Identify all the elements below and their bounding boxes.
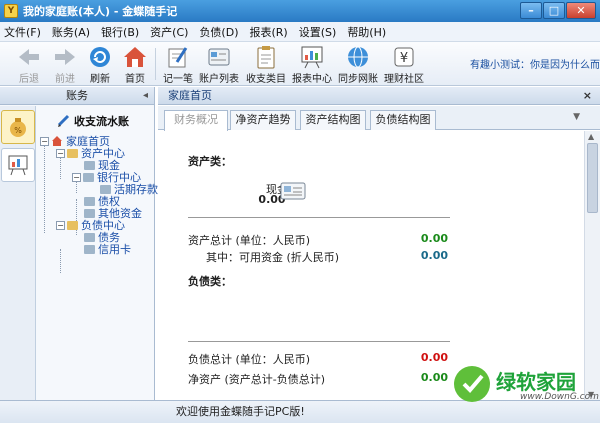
back-arrow-icon [16,45,42,69]
menu-bank[interactable]: 银行(B) [101,24,139,40]
svg-text:%: % [14,126,22,135]
watermark-text: 绿软家园 [496,370,576,394]
notebook-pen-icon [165,45,191,69]
chart-board-icon [299,45,325,69]
content-scrollbar[interactable]: ▲ ▼ [584,131,600,400]
money-bag-icon: % [10,118,26,137]
available-funds-value: 0.00 [420,249,448,262]
back-button[interactable]: 后退 [12,45,46,85]
tab-liability-structure[interactable]: 负债结构图 [370,110,436,130]
app-logo-icon: Y [4,4,18,18]
menu-assets[interactable]: 资产(C) [150,24,188,40]
scroll-up-icon[interactable]: ▲ [588,132,594,141]
assets-heading: 资产类： [188,155,232,168]
watermark-logo-icon [454,366,490,402]
report-center-button[interactable]: 报表中心 [290,45,334,85]
globe-sync-icon [345,45,371,69]
scroll-thumb[interactable] [587,143,598,213]
menu-liabilities[interactable]: 负债(D) [199,24,238,40]
collapse-toggle[interactable]: − [72,172,81,182]
menu-help[interactable]: 帮助(H) [347,24,386,40]
sync-button[interactable]: 同步网账 [336,45,380,85]
refresh-icon [87,45,113,69]
title-bar: Y 我的家庭账(本人) - 金蝶随手记 – □ ✕ [0,0,600,22]
home-icon [122,45,148,69]
left-panel-header: 账务 ◂ [0,87,154,105]
collapse-toggle[interactable]: − [40,136,49,146]
net-assets-value: 0.00 [420,371,448,384]
window-title: 我的家庭账(本人) - 金蝶随手记 [23,5,178,18]
main-panel-header: 家庭首页 × [158,87,600,105]
liabilities-heading: 负债类： [188,275,232,288]
menu-accounts[interactable]: 账务(A) [52,24,90,40]
clipboard-icon [253,45,279,69]
net-assets-label: 净资产 (资产总计-负债总计) [188,373,326,386]
folder-icon [83,172,94,182]
site-watermark: 绿软家园 www.DownG.com [450,362,600,408]
account-card-icon [206,45,232,69]
tab-reports[interactable] [1,148,35,182]
watermark-url: www.DownG.com [520,392,599,402]
status-message: 欢迎使用金蝶随手记PC版! [176,405,305,418]
tab-bar: 财务概况 净资产趋势图 资产结构图 负债结构图 ▼ [158,106,600,144]
home-button[interactable]: 首页 [118,45,152,85]
tab-overview[interactable]: 财务概况 [164,110,228,131]
collapse-left-icon[interactable]: ◂ [143,87,148,105]
close-button[interactable]: ✕ [566,2,596,19]
quiz-tip-link[interactable]: 有趣小测试：你是因为什么而赚 [470,56,600,71]
categories-button[interactable]: 收支类目 [244,45,288,85]
folder-icon [84,244,95,254]
available-funds-label: 其中：可用资金 (折人民币) [206,251,340,264]
folder-icon [67,220,78,230]
folder-icon [67,148,78,158]
overview-content: 资产类： 现金 0.00 资产总计 (单位：人民币) 0.00 其中：可用资金 … [158,131,584,400]
tab-menu-arrow-icon[interactable]: ▼ [573,112,580,122]
yuan-sign-icon: ¥ [391,45,417,69]
account-list-button[interactable]: 账户列表 [198,45,240,85]
tab-asset-structure[interactable]: 资产结构图 [300,110,366,130]
forward-button[interactable]: 前进 [48,45,82,85]
toolbar: 后退 前进 刷新 首页 记一笔 账户列表 收支类目 报表中心 同步网账 ¥ 理财… [0,42,600,86]
tab-net-worth-trend[interactable]: 净资产趋势图 [230,110,296,144]
cash-card-icon[interactable] [280,181,306,204]
asset-total-label: 资产总计 (单位：人民币) [188,234,311,247]
record-button[interactable]: 记一笔 [160,45,196,85]
minimize-button[interactable]: – [520,2,542,19]
menu-settings[interactable]: 设置(S) [299,24,337,40]
collapse-toggle[interactable]: − [56,220,65,230]
asset-total-value: 0.00 [420,232,448,245]
collapse-toggle[interactable]: − [56,148,65,158]
tab-accounting[interactable]: % [1,110,35,144]
tree-item-credit[interactable]: 信用卡 [84,241,131,257]
vertical-tabs: % [0,106,36,400]
liability-total-value: 0.00 [420,351,448,364]
menu-bar: 文件(F) 账务(A) 银行(B) 资产(C) 负债(D) 报表(R) 设置(S… [0,22,600,42]
maximize-button[interactable]: □ [543,2,565,19]
menu-file[interactable]: 文件(F) [4,24,41,40]
tree-item-flow[interactable]: 收支流水账 [56,113,129,129]
close-tab-icon[interactable]: × [583,87,592,105]
liability-total-label: 负债总计 (单位：人民币) [188,353,311,366]
pencil-icon [57,114,70,127]
left-panel: 账务 ◂ % 收支流水账 − 家庭首页 − 资产中心 现金 − 银行中心 活期存… [0,87,158,400]
refresh-button[interactable]: 刷新 [84,45,116,85]
menu-reports[interactable]: 报表(R) [250,24,288,40]
report-board-icon [8,155,28,176]
forward-arrow-icon [52,45,78,69]
finance-community-button[interactable]: ¥ 理财社区 [382,45,426,85]
svg-text:¥: ¥ [400,51,408,66]
